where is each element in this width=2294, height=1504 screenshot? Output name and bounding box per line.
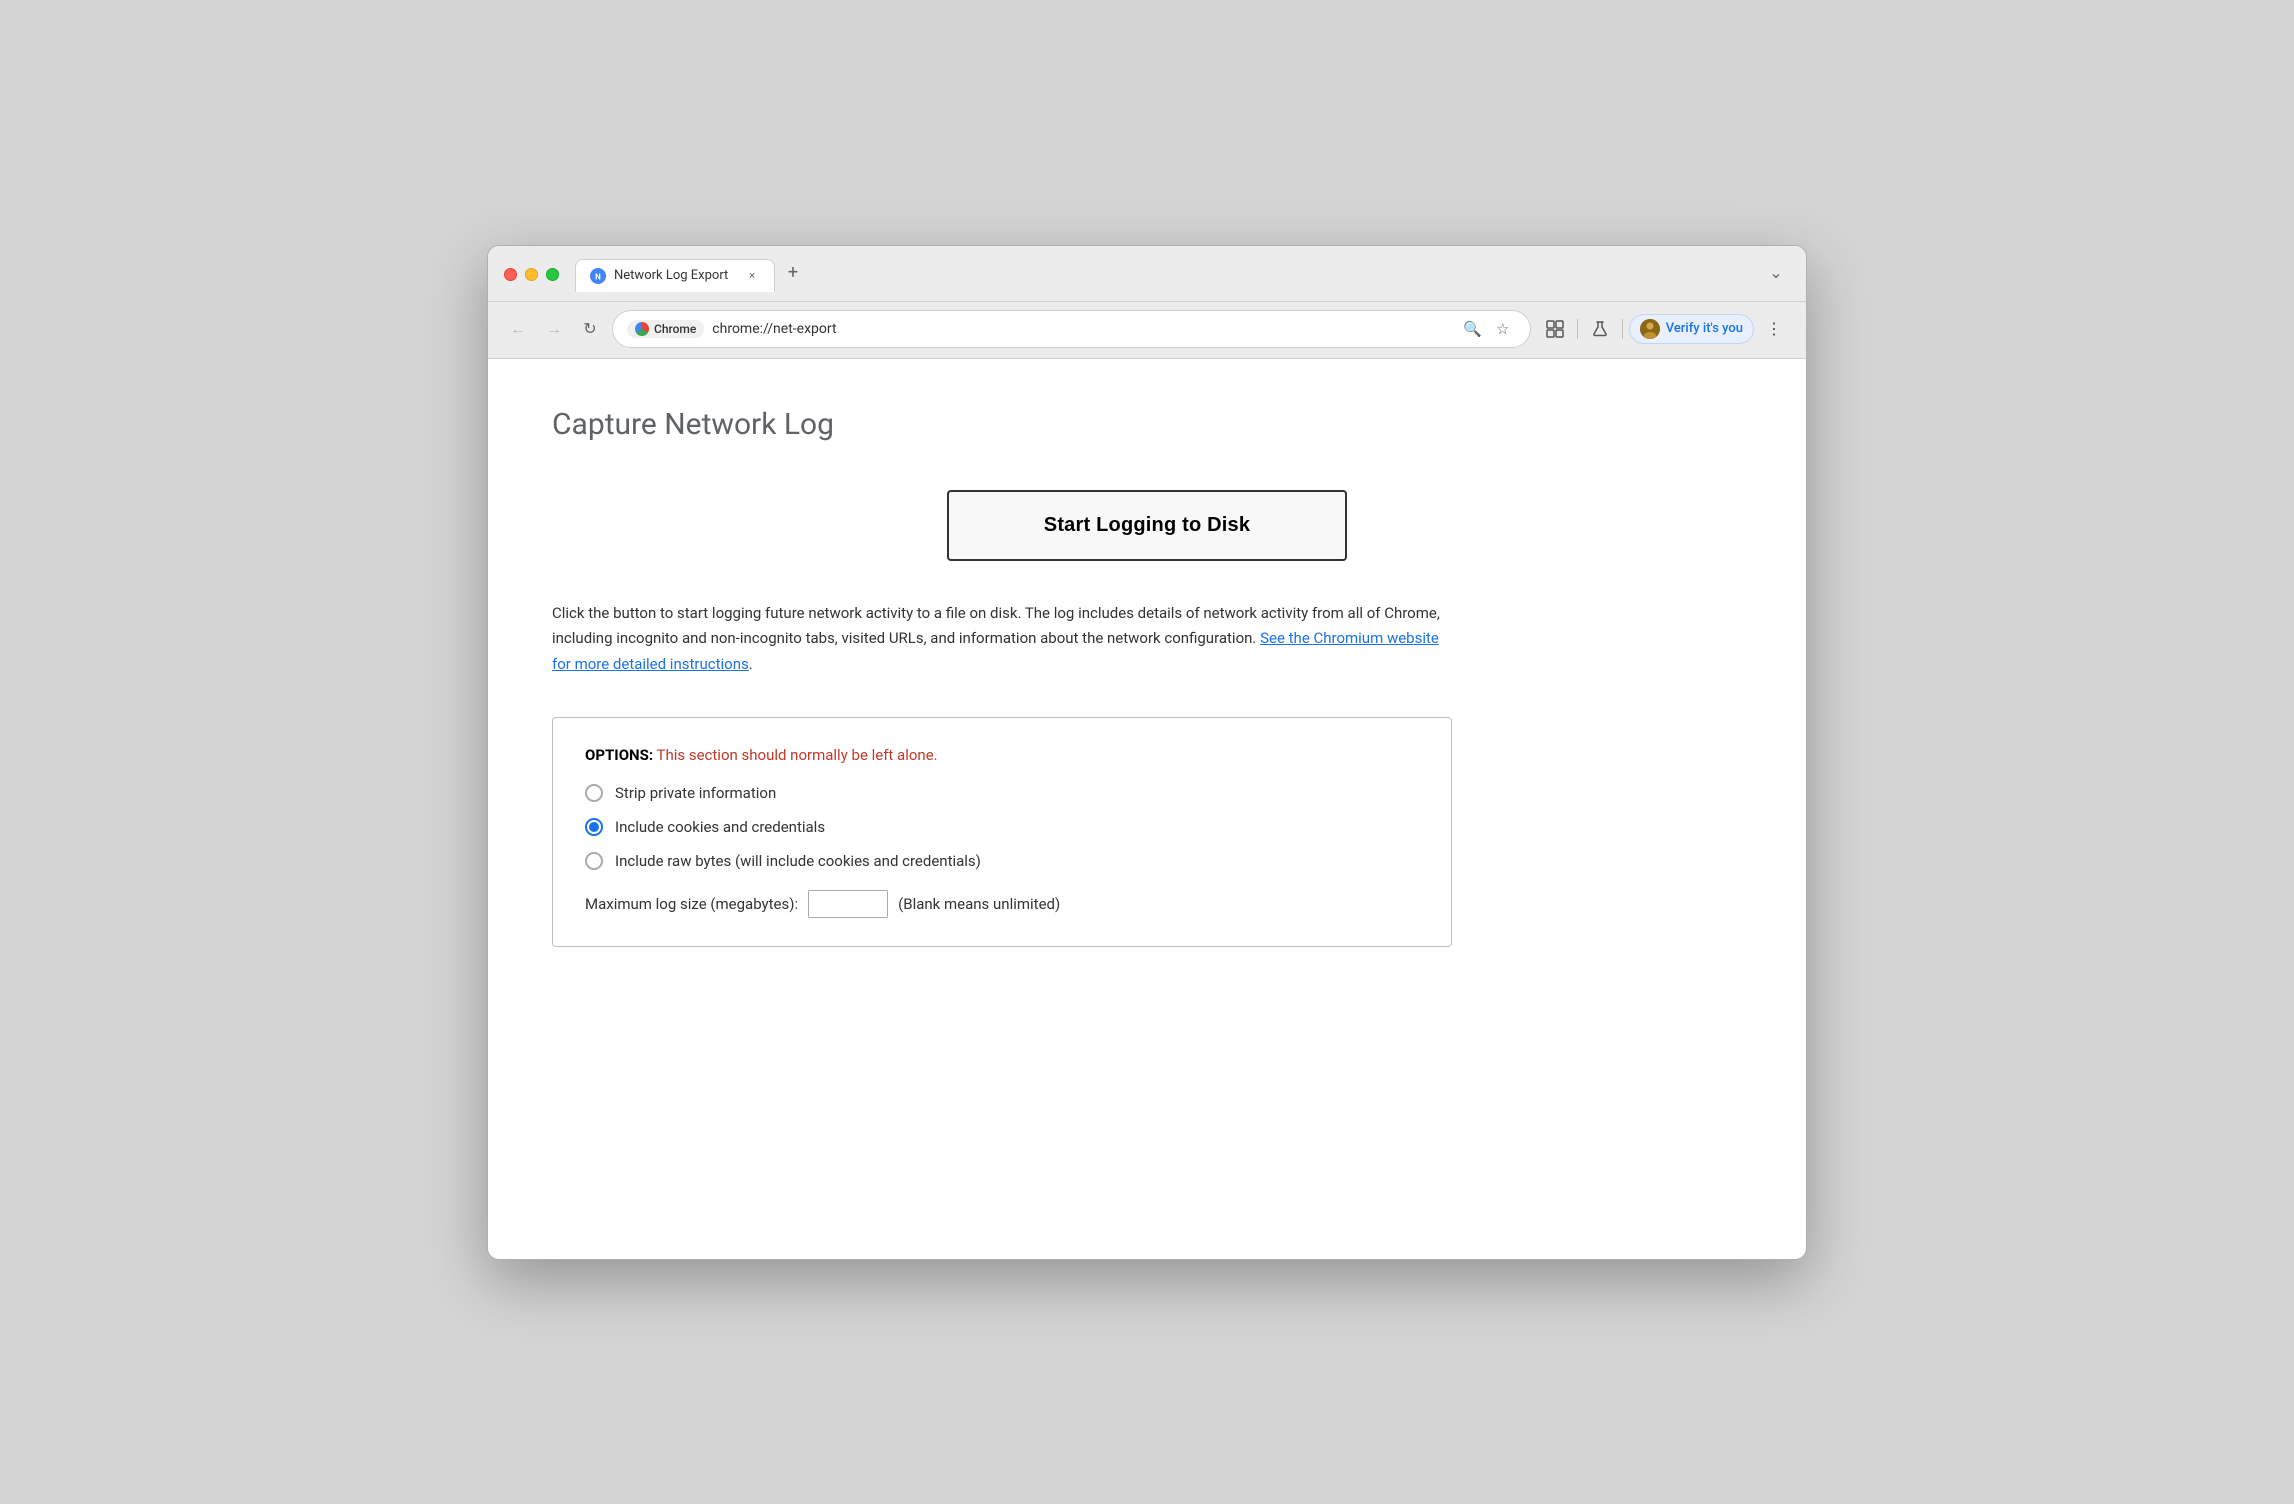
- reload-button[interactable]: ↻: [576, 315, 604, 343]
- tabs-row: N Network Log Export × + ⌄: [575, 258, 1790, 291]
- radio-circle-3: [585, 852, 603, 870]
- profile-label: Verify it's you: [1666, 321, 1743, 336]
- toolbar-divider: [1577, 319, 1578, 339]
- new-tab-button[interactable]: +: [779, 259, 807, 287]
- max-log-input[interactable]: [808, 890, 888, 918]
- page-content: Capture Network Log Start Logging to Dis…: [488, 359, 1806, 1259]
- url-actions: 🔍 ☆: [1460, 316, 1516, 342]
- avatar: [1640, 319, 1660, 339]
- radio-label-2: Include cookies and credentials: [615, 818, 825, 836]
- chrome-logo: [635, 322, 649, 336]
- flask-icon[interactable]: [1584, 313, 1616, 345]
- radio-include-cookies[interactable]: Include cookies and credentials: [585, 818, 1419, 836]
- options-box: OPTIONS: This section should normally be…: [552, 717, 1452, 947]
- options-warning: This section should normally be left alo…: [657, 746, 938, 764]
- profile-button[interactable]: Verify it's you: [1629, 314, 1754, 344]
- tab-favicon: N: [590, 268, 606, 284]
- close-button[interactable]: [504, 268, 517, 281]
- traffic-lights: [504, 268, 559, 281]
- bookmark-icon[interactable]: ☆: [1490, 316, 1516, 342]
- back-button[interactable]: ←: [504, 315, 532, 343]
- address-bar: ← → ↻ Chrome chrome://net-export 🔍 ☆: [488, 302, 1806, 359]
- browser-window: N Network Log Export × + ⌄ ← → ↻: [487, 245, 1807, 1260]
- radio-group: Strip private information Include cookie…: [585, 784, 1419, 870]
- page-title: Capture Network Log: [552, 407, 1742, 442]
- extensions-icon[interactable]: [1539, 313, 1571, 345]
- url-bar[interactable]: Chrome chrome://net-export 🔍 ☆: [612, 310, 1531, 348]
- url-text: chrome://net-export: [712, 321, 1451, 337]
- forward-button[interactable]: →: [540, 315, 568, 343]
- chrome-badge-label: Chrome: [654, 322, 696, 336]
- radio-label-3: Include raw bytes (will include cookies …: [615, 852, 981, 870]
- radio-strip-private[interactable]: Strip private information: [585, 784, 1419, 802]
- active-tab[interactable]: N Network Log Export ×: [575, 259, 775, 292]
- max-log-size-row: Maximum log size (megabytes): (Blank mea…: [585, 890, 1419, 918]
- radio-circle-2: [585, 818, 603, 836]
- tab-title: Network Log Export: [614, 268, 736, 283]
- tab-close-button[interactable]: ×: [744, 268, 760, 284]
- menu-icon[interactable]: ⋮: [1758, 313, 1790, 345]
- svg-text:N: N: [595, 272, 601, 281]
- radio-label-1: Strip private information: [615, 784, 776, 802]
- maximize-button[interactable]: [546, 268, 559, 281]
- toolbar-right: Verify it's you ⋮: [1539, 313, 1790, 345]
- max-log-suffix: (Blank means unlimited): [898, 895, 1060, 913]
- toolbar-divider-2: [1622, 319, 1623, 339]
- description-text: Click the button to start logging future…: [552, 601, 1452, 678]
- minimize-button[interactable]: [525, 268, 538, 281]
- tabs-chevron[interactable]: ⌄: [1762, 259, 1790, 287]
- search-icon[interactable]: 🔍: [1460, 316, 1486, 342]
- start-logging-button[interactable]: Start Logging to Disk: [947, 490, 1347, 561]
- radio-circle-1: [585, 784, 603, 802]
- radio-include-raw-bytes[interactable]: Include raw bytes (will include cookies …: [585, 852, 1419, 870]
- title-bar: N Network Log Export × + ⌄: [488, 246, 1806, 302]
- max-log-label: Maximum log size (megabytes):: [585, 895, 798, 913]
- options-label: OPTIONS:: [585, 746, 653, 764]
- chrome-badge: Chrome: [627, 320, 704, 338]
- options-header: OPTIONS: This section should normally be…: [585, 746, 1419, 764]
